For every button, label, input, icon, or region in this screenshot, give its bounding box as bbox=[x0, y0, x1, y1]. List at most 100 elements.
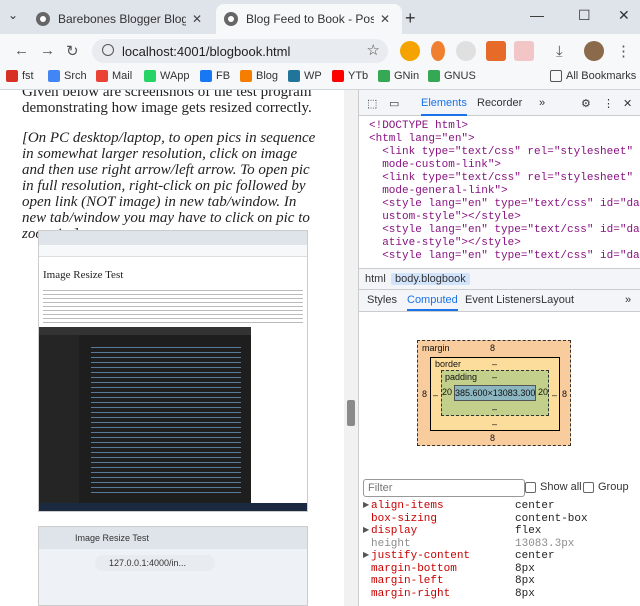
property-row[interactable]: height 13083.3px bbox=[359, 538, 640, 551]
extensions-puzzle-icon[interactable] bbox=[514, 41, 534, 61]
expand-arrow-icon[interactable]: ▶ bbox=[363, 500, 369, 510]
inspect-icon[interactable]: ⬚ bbox=[367, 97, 377, 110]
screenshot-image-1[interactable]: Image Resize Test bbox=[38, 230, 308, 512]
address-bar[interactable]: localhost:4001/blogbook.html ☆ bbox=[92, 39, 388, 63]
margin-bottom-value[interactable]: 8 bbox=[490, 433, 495, 443]
tab-barebones[interactable]: Barebones Blogger Blog Feed to ✕ bbox=[28, 4, 216, 34]
dom-line[interactable]: <link type="text/css" rel="stylesheet" i… bbox=[359, 146, 640, 159]
border-left-value[interactable]: – bbox=[433, 390, 438, 400]
dom-line[interactable]: <html lang="en"> bbox=[359, 133, 640, 146]
menu-kebab-icon[interactable]: ⋮ bbox=[616, 42, 631, 60]
reload-button[interactable]: ↻ bbox=[66, 42, 79, 60]
tab-layout[interactable]: Layout bbox=[541, 294, 574, 306]
extension-icon[interactable] bbox=[431, 41, 445, 61]
more-subtabs-icon[interactable]: » bbox=[625, 294, 631, 306]
bookmark-blog[interactable]: Blog bbox=[240, 70, 278, 82]
property-row[interactable]: ▶ justify-content center bbox=[359, 550, 640, 563]
close-tab-icon[interactable]: ✕ bbox=[380, 12, 390, 26]
property-row[interactable]: ▶ display flex bbox=[359, 525, 640, 538]
avatar[interactable] bbox=[584, 41, 604, 61]
bookmark-mail[interactable]: Mail bbox=[96, 70, 132, 82]
property-row[interactable]: margin-right 8px bbox=[359, 588, 640, 601]
padding-top-value[interactable]: – bbox=[492, 372, 497, 382]
property-name: box-sizing bbox=[371, 512, 438, 525]
property-row[interactable]: box-sizing content-box bbox=[359, 513, 640, 526]
dom-line[interactable]: mode-general-link"> bbox=[359, 185, 640, 198]
dom-tree[interactable]: <!DOCTYPE html> <html lang="en"> <link t… bbox=[359, 116, 640, 268]
border-top-value[interactable]: – bbox=[492, 359, 497, 369]
border-right-value[interactable]: – bbox=[552, 390, 557, 400]
screenshot-image-2[interactable]: Image Resize Test 127.0.0.1:4000/in... bbox=[38, 526, 308, 606]
bookmark-star-icon[interactable]: ☆ bbox=[367, 41, 380, 59]
margin-right-value[interactable]: 8 bbox=[562, 389, 567, 399]
property-row[interactable]: margin-bottom 8px bbox=[359, 563, 640, 576]
maximize-button[interactable]: ☐ bbox=[578, 7, 591, 24]
crumb-html[interactable]: html bbox=[361, 273, 390, 285]
bookmark-srch[interactable]: Srch bbox=[48, 70, 87, 82]
checkbox-icon[interactable] bbox=[583, 481, 594, 493]
dom-line[interactable]: <style lang="en" type="text/css" id="dar… bbox=[359, 198, 640, 211]
padding-left-value[interactable]: 20 bbox=[442, 387, 452, 397]
bookmark-gnin[interactable]: GNin bbox=[378, 70, 419, 82]
devtools-menu-icon[interactable]: ⋮ bbox=[603, 97, 614, 110]
extension-icon[interactable] bbox=[486, 41, 506, 61]
bookmark-wp[interactable]: WP bbox=[288, 70, 322, 82]
crumb-body[interactable]: body.blogbook bbox=[391, 273, 470, 285]
close-tab-icon[interactable]: ✕ bbox=[192, 12, 202, 26]
tab-styles[interactable]: Styles bbox=[367, 294, 397, 306]
dom-line[interactable]: <!DOCTYPE html> bbox=[359, 120, 640, 133]
json-extension-icon[interactable] bbox=[456, 41, 476, 61]
box-model-content[interactable]: 385.600×13083.300 bbox=[454, 385, 536, 401]
box-model-border[interactable]: border – – – – padding – 20 20 – 385.600… bbox=[430, 357, 560, 431]
device-toggle-icon[interactable]: ▭ bbox=[389, 97, 399, 110]
all-bookmarks[interactable]: All Bookmarks bbox=[550, 70, 636, 82]
minimize-button[interactable]: — bbox=[530, 7, 544, 23]
expand-arrow-icon[interactable]: ▶ bbox=[363, 550, 369, 560]
dom-line[interactable]: ative-style"></style> bbox=[359, 237, 640, 250]
property-row[interactable]: ▶ align-items center bbox=[359, 500, 640, 513]
box-model-padding[interactable]: padding – 20 20 – 385.600×13083.300 bbox=[441, 370, 549, 416]
dom-line[interactable]: <link type="text/css" rel="stylesheet" i… bbox=[359, 172, 640, 185]
padding-right-value[interactable]: 20 bbox=[538, 387, 548, 397]
group-checkbox[interactable]: Group bbox=[583, 481, 629, 493]
tab-strip: Barebones Blogger Blog Feed to ✕ Blog Fe… bbox=[0, 0, 640, 34]
margin-left-value[interactable]: 8 bbox=[422, 389, 427, 399]
back-button[interactable]: ← bbox=[14, 42, 29, 59]
bookmark-gnus[interactable]: GNUS bbox=[428, 70, 476, 82]
dom-line[interactable]: <style lang="en" type="text/css" id="dar… bbox=[359, 250, 640, 263]
bookmark-fst[interactable]: fst bbox=[6, 70, 34, 82]
box-model-margin[interactable]: margin 8 8 8 8 border – – – – padding – … bbox=[417, 340, 571, 446]
close-window-button[interactable]: ✕ bbox=[618, 7, 630, 24]
facebook-icon bbox=[200, 70, 212, 82]
download-icon[interactable]: ⤓ bbox=[556, 43, 563, 60]
forward-button[interactable]: → bbox=[40, 42, 55, 59]
new-tab-button[interactable]: + bbox=[405, 8, 416, 29]
property-row[interactable]: margin-left 8px bbox=[359, 575, 640, 588]
dom-line[interactable]: mode-custom-link"> bbox=[359, 159, 640, 172]
scrollbar-thumb[interactable] bbox=[347, 400, 355, 426]
dom-line[interactable]: <style lang="en" type="text/css" id="dar… bbox=[359, 224, 640, 237]
border-bottom-value[interactable]: – bbox=[492, 419, 497, 429]
tab-event-listeners[interactable]: Event Listeners bbox=[465, 294, 541, 306]
more-tabs-icon[interactable]: » bbox=[539, 97, 545, 109]
tab-elements[interactable]: Elements bbox=[421, 97, 467, 116]
close-devtools-icon[interactable]: ✕ bbox=[623, 97, 632, 110]
expand-arrow-icon[interactable]: ▶ bbox=[363, 525, 369, 535]
filter-input[interactable]: Filter bbox=[363, 479, 525, 497]
tab-blog-feed[interactable]: Blog Feed to Book - Posts Outp ✕ bbox=[216, 4, 402, 34]
padding-bottom-value[interactable]: – bbox=[492, 404, 497, 414]
margin-top-value[interactable]: 8 bbox=[490, 343, 495, 353]
site-info-icon[interactable] bbox=[102, 44, 114, 56]
settings-icon[interactable]: ⚙ bbox=[581, 97, 591, 110]
rss-extension-icon[interactable] bbox=[400, 41, 420, 61]
tab-search-icon[interactable]: ⌄ bbox=[8, 8, 18, 22]
tab-recorder[interactable]: Recorder bbox=[477, 97, 522, 109]
tab-computed[interactable]: Computed bbox=[407, 294, 458, 311]
bookmark-fb[interactable]: FB bbox=[200, 70, 230, 82]
page-scrollbar[interactable] bbox=[344, 90, 358, 606]
bookmark-wapp[interactable]: WApp bbox=[144, 70, 190, 82]
show-all-checkbox[interactable]: Show all bbox=[525, 481, 582, 493]
checkbox-icon[interactable] bbox=[525, 481, 536, 493]
bookmark-ytb[interactable]: YTb bbox=[332, 70, 368, 82]
dom-line[interactable]: ustom-style"></style> bbox=[359, 211, 640, 224]
